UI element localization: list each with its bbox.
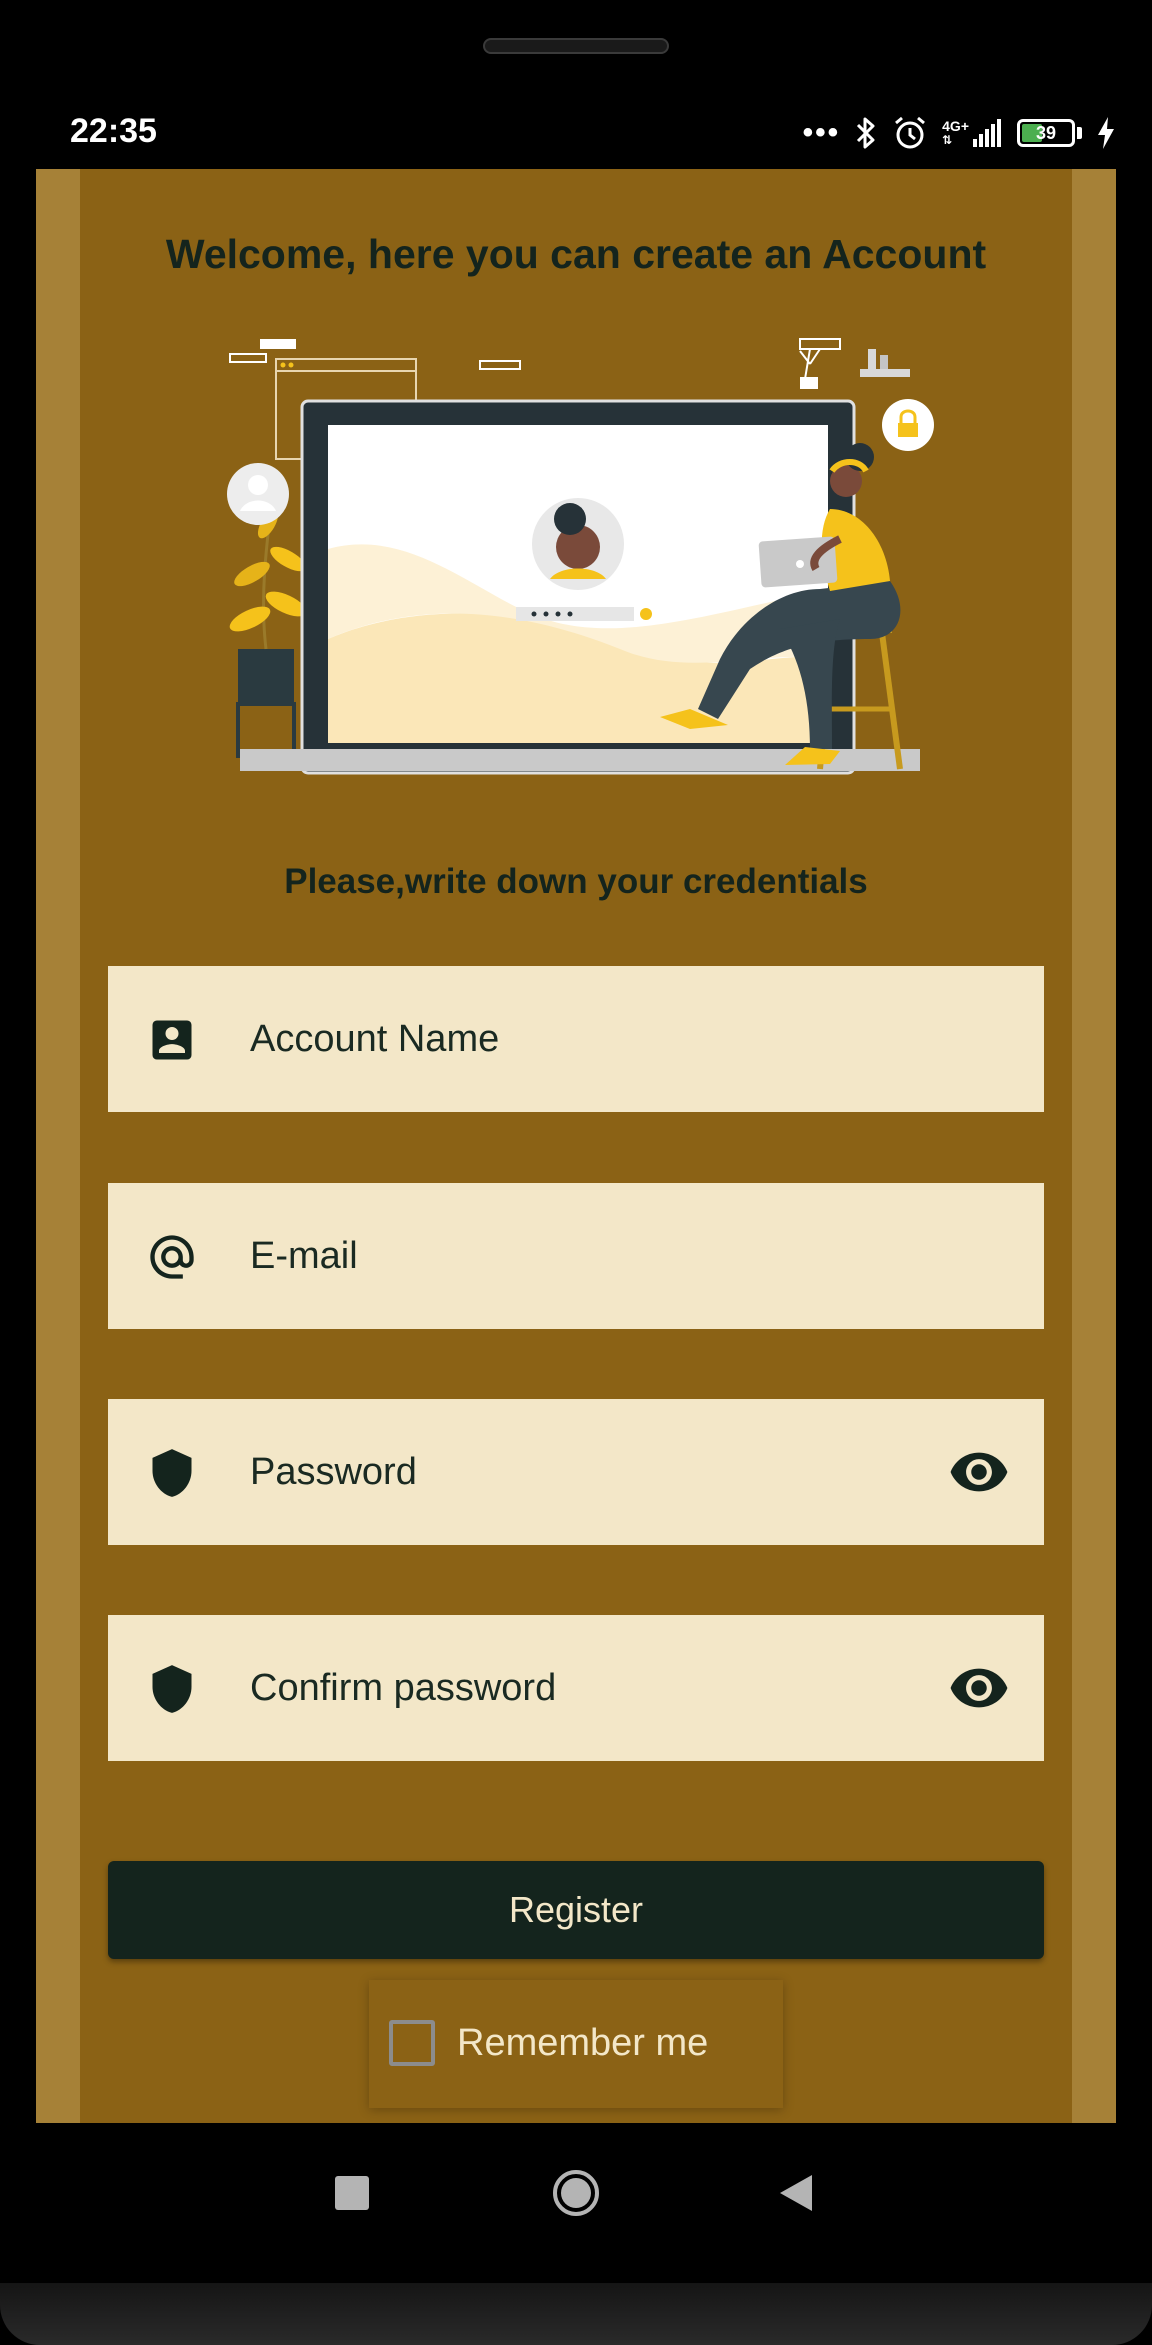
- confirm-password-input[interactable]: [250, 1615, 950, 1761]
- signal-icon: [973, 119, 1001, 147]
- status-time: 22:35: [70, 112, 157, 150]
- shield-icon: [152, 1665, 192, 1713]
- bluetooth-icon: [857, 117, 875, 149]
- login-illustration: [227, 338, 934, 775]
- eye-icon[interactable]: [948, 1447, 1010, 1497]
- phone-frame: 22:35 ••• 4G+ ⇅ 39 Welcome, here you can…: [0, 0, 1152, 2345]
- account-name-input[interactable]: [250, 966, 950, 1112]
- register-screen: Welcome, here you can create an Account: [80, 169, 1072, 2123]
- email-field[interactable]: [108, 1183, 1044, 1329]
- phone-chin: [0, 2283, 1152, 2345]
- account-name-field[interactable]: [108, 966, 1044, 1112]
- earpiece-speaker: [483, 38, 669, 54]
- confirm-password-field[interactable]: [108, 1615, 1044, 1761]
- app-screen: Welcome, here you can create an Account: [36, 169, 1116, 2123]
- more-dots-icon: •••: [802, 116, 841, 149]
- home-circle-icon[interactable]: [552, 2169, 600, 2217]
- status-bar: 22:35 ••• 4G+ ⇅ 39: [0, 100, 1152, 168]
- signal-indicator: 4G+ ⇅: [942, 119, 1003, 147]
- credentials-prompt: Please,write down your credentials: [284, 862, 868, 901]
- battery-level: 39: [1035, 122, 1057, 143]
- password-input[interactable]: [250, 1399, 950, 1545]
- eye-icon[interactable]: [948, 1663, 1010, 1713]
- remember-me-checkbox[interactable]: Remember me: [369, 1980, 783, 2108]
- system-nav-bar: [0, 2123, 1152, 2283]
- recents-square-icon[interactable]: [335, 2176, 369, 2210]
- alarm-icon: [895, 116, 926, 149]
- at-sign-icon: [150, 1235, 194, 1279]
- status-icons: ••• 4G+ ⇅ 39: [803, 108, 1116, 158]
- battery-group: 39: [1017, 119, 1082, 147]
- charging-icon: [1098, 117, 1114, 149]
- account-box-icon: [152, 1020, 192, 1060]
- remember-me-label: Remember me: [457, 2022, 709, 2064]
- checkbox-square[interactable]: [389, 2020, 435, 2066]
- shield-icon: [152, 1449, 192, 1497]
- network-type: 4G+: [942, 118, 969, 134]
- back-triangle-icon[interactable]: [778, 2173, 814, 2213]
- battery-icon: 39: [1017, 119, 1075, 147]
- password-field[interactable]: [108, 1399, 1044, 1545]
- register-button[interactable]: Register: [108, 1861, 1044, 1959]
- page-title: Welcome, here you can create an Account: [165, 231, 987, 277]
- email-input[interactable]: [250, 1183, 950, 1329]
- data-arrows-icon: ⇅: [942, 133, 953, 147]
